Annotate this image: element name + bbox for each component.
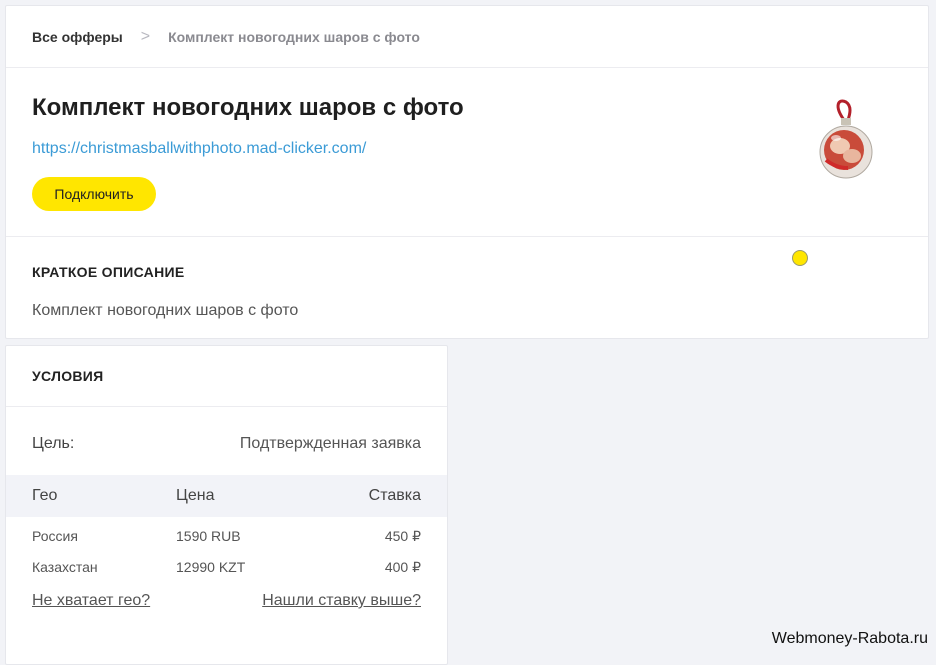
goal-value: Подтвержденная заявка (239, 435, 421, 452)
table-row: Казахстан 12990 KZT 400 ₽ (6, 548, 447, 579)
terms-title: УСЛОВИЯ (32, 368, 104, 384)
links-row: Не хватает гео? Нашли ставку выше? (6, 579, 447, 619)
terms-header: УСЛОВИЯ (6, 346, 447, 407)
column-rate: Ставка (368, 487, 421, 504)
table-header: Гео Цена Ставка (6, 475, 447, 517)
price-cell: 1590 RUB (176, 528, 241, 544)
column-geo: Гео (32, 487, 58, 504)
rate-cell: 400 ₽ (384, 559, 421, 575)
goal-label: Цель: (32, 435, 75, 452)
table-row: Россия 1590 RUB 450 ₽ (6, 517, 447, 548)
price-cell: 12990 KZT (176, 559, 246, 575)
goal-row: Цель: Подтвержденная заявка (6, 407, 447, 475)
breadcrumb: Все офферы > Комплект новогодних шаров с… (6, 6, 928, 68)
description-title: КРАТКОЕ ОПИСАНИЕ (32, 264, 185, 280)
offer-header: Комплект новогодних шаров с фото https:/… (6, 68, 928, 266)
breadcrumb-all-offers[interactable]: Все офферы (32, 29, 123, 45)
higher-rate-link[interactable]: Нашли ставку выше? (262, 592, 421, 610)
offer-card: Все офферы > Комплект новогодних шаров с… (5, 5, 929, 339)
connect-button[interactable]: Подключить (32, 177, 156, 211)
missing-geo-link[interactable]: Не хватает гео? (32, 592, 150, 610)
geo-cell: Казахстан (32, 559, 98, 575)
column-price: Цена (176, 487, 215, 504)
breadcrumb-current: Комплект новогодних шаров с фото (168, 28, 420, 45)
page-title: Комплект новогодних шаров с фото (32, 94, 464, 121)
terms-card: УСЛОВИЯ Цель: Подтвержденная заявка Гео … (5, 345, 448, 665)
christmas-ball-image (819, 99, 873, 179)
offer-url-link[interactable]: https://christmasballwithphoto.mad-click… (32, 140, 366, 158)
cursor-dot-icon (792, 250, 808, 266)
rate-cell: 450 ₽ (384, 528, 421, 544)
geo-cell: Россия (32, 528, 78, 544)
chevron-right-icon: > (140, 27, 151, 45)
watermark: Webmoney-Rabota.ru (771, 630, 928, 647)
description-text: Комплект новогодних шаров с фото (32, 302, 299, 319)
